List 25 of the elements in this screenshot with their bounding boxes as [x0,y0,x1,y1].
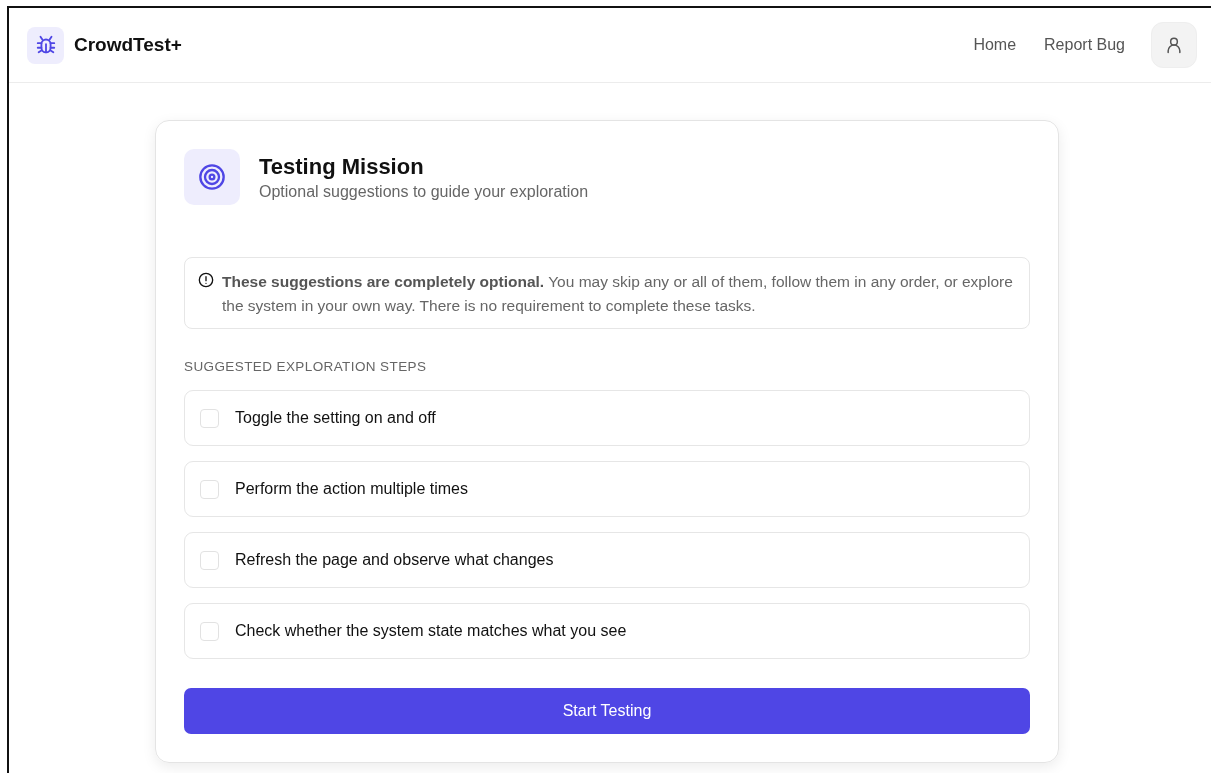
section-heading: SUGGESTED EXPLORATION STEPS [184,359,428,374]
user-icon [1164,35,1184,55]
alert-icon [198,272,214,288]
profile-button[interactable] [1151,22,1197,68]
step-label: Toggle the setting on and off [235,409,436,427]
checkbox[interactable] [200,550,219,570]
brand-name: CrowdTest+ [74,34,182,56]
checkbox[interactable] [200,621,219,641]
step-item[interactable]: Refresh the page and observe what changes [184,532,1030,588]
step-label: Check whether the system state matches what you see [235,622,627,640]
step-item[interactable]: Check whether the system state matches what you see [184,603,1030,659]
step-item[interactable]: Toggle the setting on and off [184,390,1030,446]
mission-title: Testing Mission [259,153,425,180]
notice-text: These suggestions are completely optional. You may skip any or all of them, follow them in any order, or explore the system in your own way. There is no requirement to complete these tasks. [222,272,1013,316]
target-icon [184,149,240,205]
checkbox[interactable] [200,408,219,428]
step-item[interactable]: Perform the action multiple times [184,461,1030,517]
step-label: Refresh the page and observe what changes [235,551,554,569]
start-button[interactable]: Start Testing [184,688,1030,734]
nav-link[interactable]: Report Bug [1044,36,1125,54]
mission-subtitle: Optional suggestions to guide your exploration [259,182,589,201]
nav-link[interactable]: Home [973,36,1017,54]
step-label: Perform the action multiple times [235,480,468,498]
bug-icon [27,26,64,64]
checkbox[interactable] [200,479,219,499]
